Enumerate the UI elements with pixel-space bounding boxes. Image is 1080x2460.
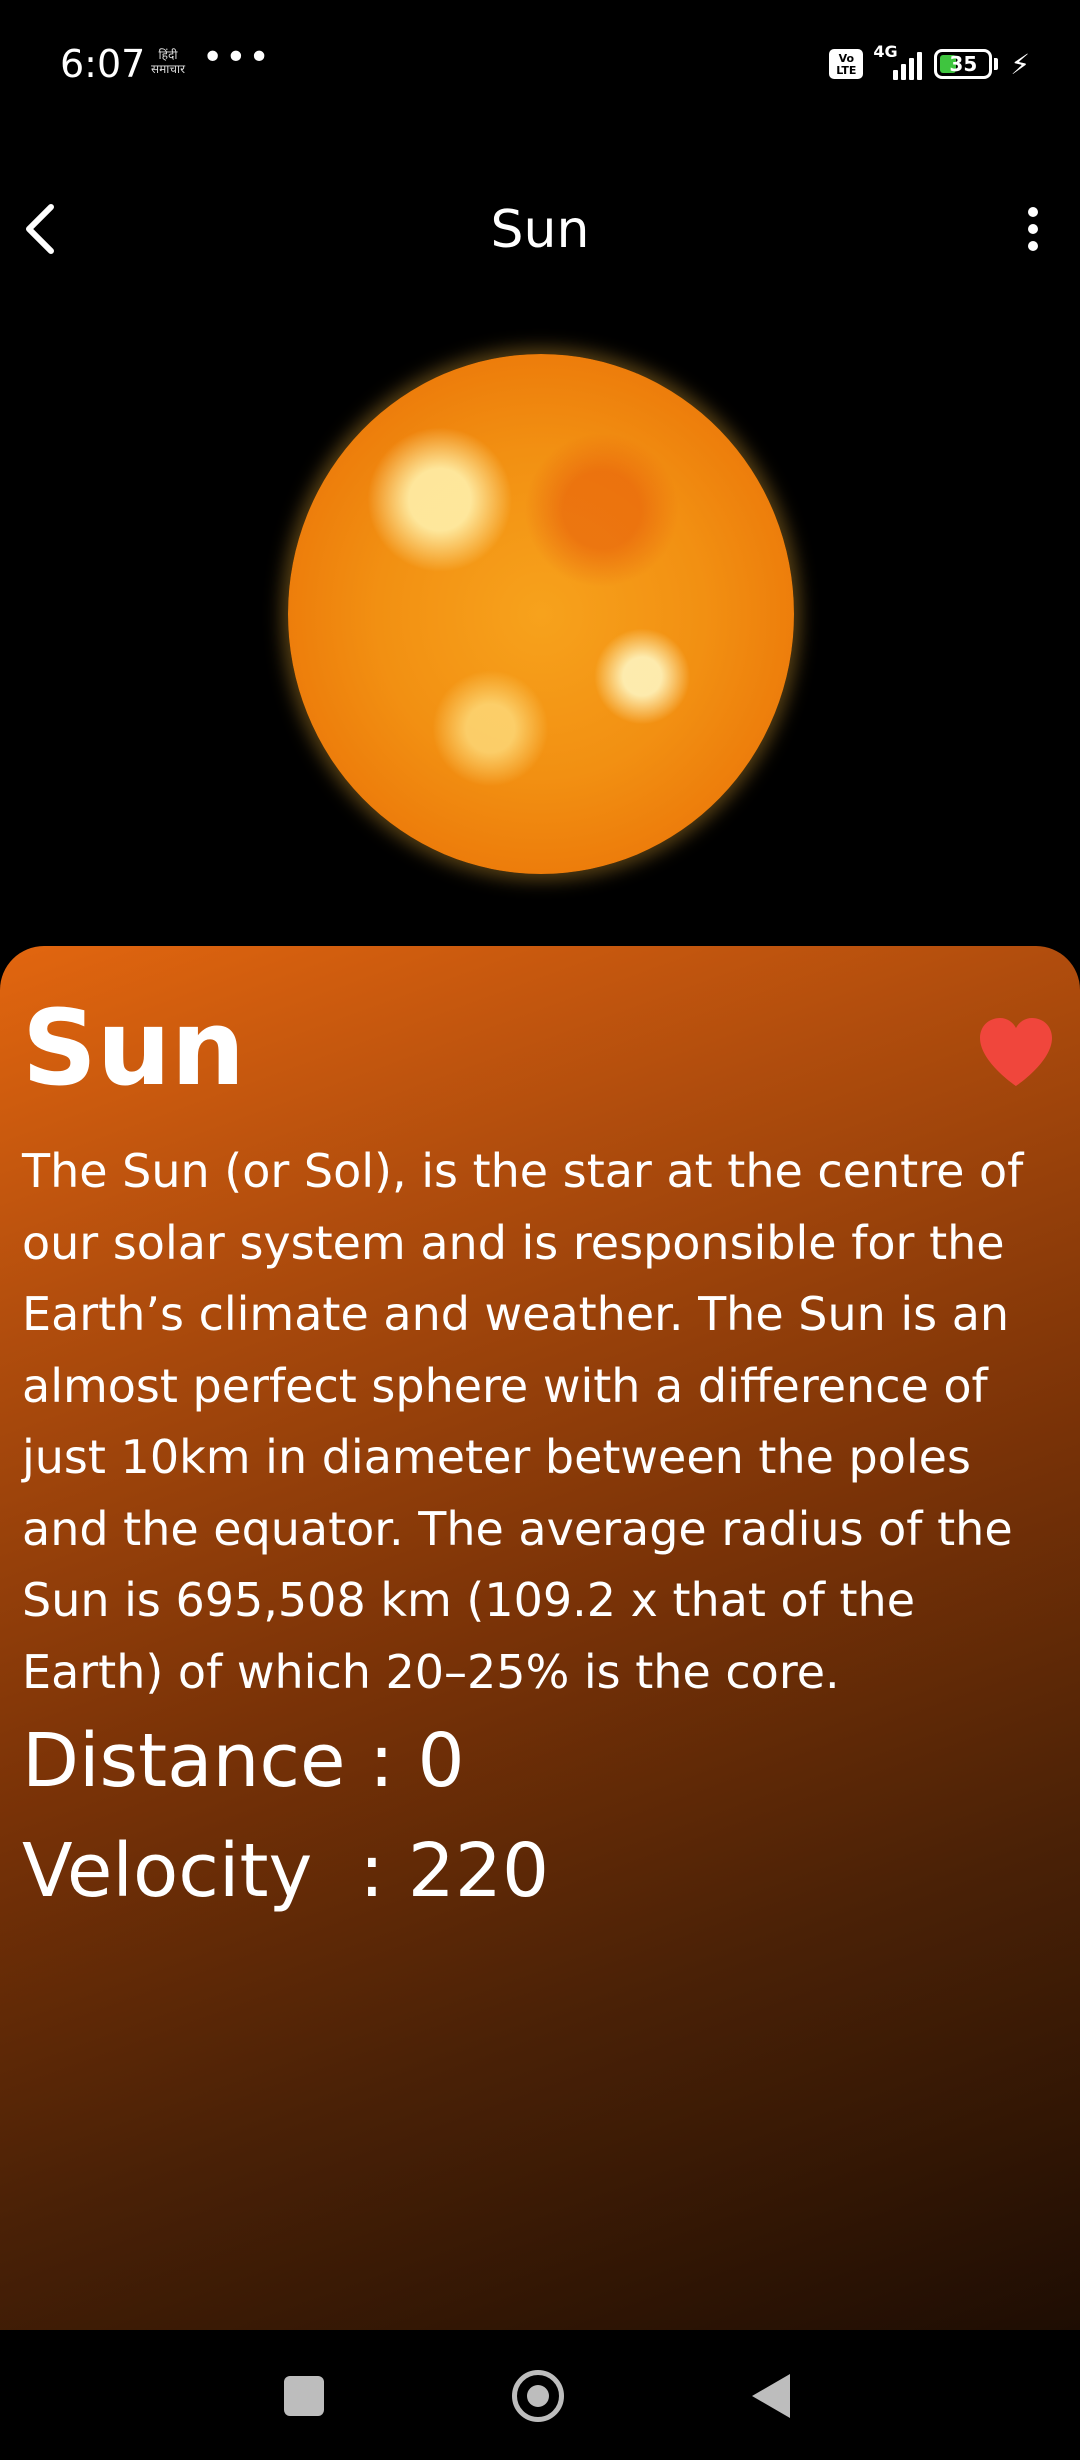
more-vertical-icon-dot [1028, 241, 1038, 251]
home-button[interactable] [512, 2370, 564, 2422]
volte-icon: Vo LTE [829, 49, 864, 79]
signal-bar [917, 52, 923, 80]
battery-icon: 35 [934, 49, 993, 79]
signal-bar [901, 64, 907, 80]
status-bar: 6:07 हिंदी समाचार ••• Vo LTE 4G 35 ⚡ [0, 0, 1080, 130]
signal-bar [893, 70, 899, 80]
recents-button[interactable] [284, 2376, 324, 2416]
more-options-button[interactable] [998, 194, 1068, 264]
home-circle-icon [527, 2385, 549, 2407]
charging-bolt-icon: ⚡ [1010, 47, 1030, 81]
sun-image [288, 354, 794, 874]
card-title: Sun [22, 987, 245, 1109]
status-time: 6:07 [60, 42, 146, 86]
status-indicators: Vo LTE 4G 35 ⚡ [829, 42, 1030, 82]
distance-stat: Distance : 0 [22, 1718, 465, 1804]
velocity-stat: Velocity : 220 [22, 1828, 550, 1914]
battery-tip [994, 58, 999, 70]
page-title: Sun [490, 200, 590, 260]
battery-percent: 35 [949, 52, 978, 76]
signal-bar [909, 58, 915, 80]
app-bar: Sun [0, 180, 1080, 280]
more-vertical-icon-dot [1028, 224, 1038, 234]
news-app-notification-icon: हिंदी समाचार [150, 48, 186, 76]
card-description: The Sun (or Sol), is the star at the cen… [22, 1144, 1024, 1699]
network-type-label: 4G [873, 42, 898, 61]
system-nav-bar [0, 2330, 1080, 2460]
more-notifications-indicator: ••• [202, 37, 272, 78]
more-vertical-icon-dot [1028, 207, 1038, 217]
system-back-button[interactable] [752, 2374, 790, 2418]
heart-icon [980, 1018, 1052, 1086]
info-card: Sun The Sun (or Sol), is the star at the… [0, 946, 1080, 2330]
favorite-button[interactable] [974, 1014, 1058, 1090]
signal-strength-icon: 4G [873, 42, 923, 80]
